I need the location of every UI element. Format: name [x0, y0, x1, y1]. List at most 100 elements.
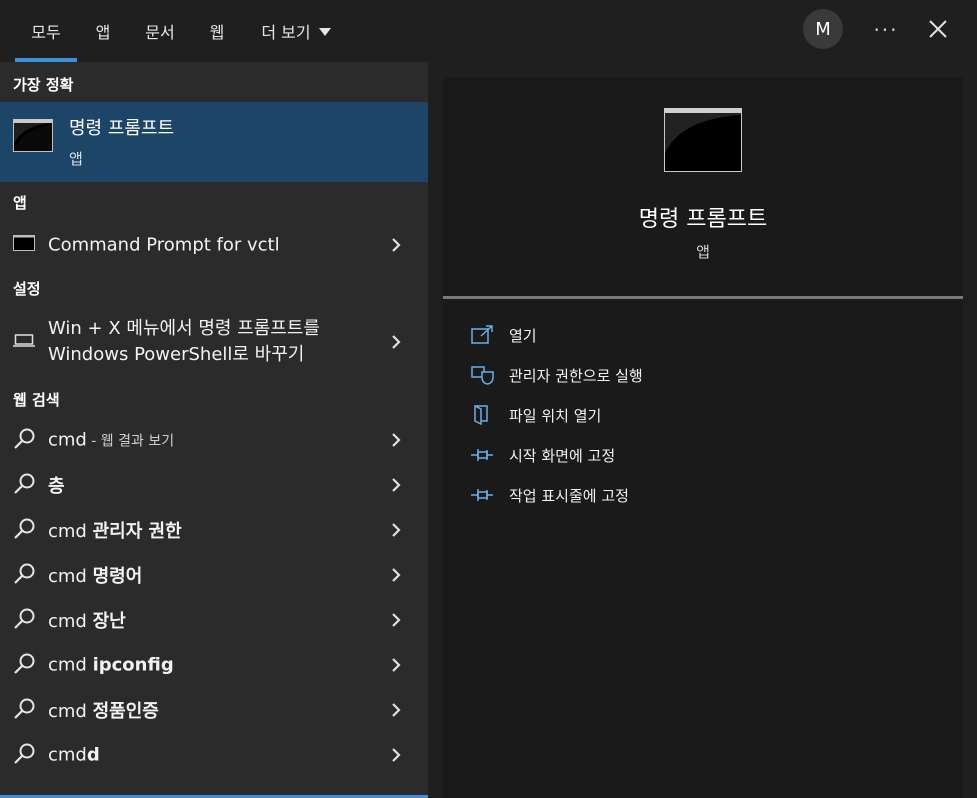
- web-suggestion-bold: 명령어: [92, 566, 143, 587]
- chevron-right-icon: [392, 613, 401, 627]
- chevron-right-icon: [392, 703, 401, 717]
- web-result-suffix: - 웹 결과 보기: [86, 433, 175, 450]
- apps-header: 앱: [13, 194, 27, 212]
- web-suggestion-item[interactable]: cmd 명령어: [0, 555, 428, 595]
- tab-web-label: 웹: [209, 23, 225, 42]
- web-suggestion-label: cmdd: [48, 745, 100, 766]
- terminal-icon: [13, 235, 35, 255]
- command-prompt-icon: [13, 119, 53, 152]
- preview-pane: 명령 프롬프트 앱 열기 관리자 권한으로 실행 파일 위치 열기 시작 화면에…: [443, 77, 963, 798]
- action-run-as-admin[interactable]: 관리자 권한으로 실행: [471, 361, 931, 389]
- web-suggestion-label: 층: [48, 472, 65, 498]
- best-match-title: 명령 프롬프트: [69, 118, 175, 139]
- pin-icon: [471, 489, 493, 501]
- web-suggestion-bold: 관리자 권한: [92, 521, 182, 542]
- chevron-right-icon: [392, 238, 401, 252]
- tab-all[interactable]: 모두: [15, 0, 77, 62]
- open-icon: [471, 325, 493, 344]
- action-open[interactable]: 열기: [471, 321, 931, 349]
- pin-icon: [471, 449, 493, 461]
- tab-documents-label: 문서: [145, 23, 175, 42]
- web-result-item[interactable]: cmd - 웹 결과 보기: [0, 420, 428, 460]
- shield-icon: [471, 366, 494, 385]
- divider: [443, 296, 963, 299]
- web-suggestion-normal: cmd: [48, 611, 93, 632]
- app-result-label: Command Prompt for vctl: [48, 234, 280, 256]
- settings-result-label: Win + X 메뉴에서 명령 프롬프트를 Windows PowerShell…: [48, 316, 320, 368]
- action-pin-to-taskbar[interactable]: 작업 표시줄에 고정: [471, 481, 931, 509]
- settings-result-item[interactable]: Win + X 메뉴에서 명령 프롬프트를 Windows PowerShell…: [0, 312, 428, 372]
- ellipsis-icon: ···: [873, 18, 899, 42]
- search-icon: [13, 426, 37, 454]
- preview-subtitle: 앱: [696, 243, 710, 261]
- action-pin-to-start[interactable]: 시작 화면에 고정: [471, 441, 931, 469]
- action-open-file-location-label: 파일 위치 열기: [509, 407, 602, 425]
- web-suggestion-bold: 장난: [92, 611, 126, 632]
- command-prompt-large-icon: [664, 108, 742, 172]
- search-icon: [13, 606, 37, 634]
- chevron-right-icon: [392, 523, 401, 537]
- web-suggestion-bold: d: [86, 744, 100, 766]
- search-icon: [13, 561, 37, 589]
- web-result-query: cmd: [48, 429, 87, 451]
- tab-web[interactable]: 웹: [198, 0, 236, 62]
- chevron-right-icon: [392, 335, 401, 349]
- chevron-down-icon: [318, 28, 331, 36]
- action-run-as-admin-label: 관리자 권한으로 실행: [509, 367, 643, 385]
- results-pane: 가장 정확 명령 프롬프트 앱 앱 Command Prompt for vct…: [0, 62, 428, 798]
- chevron-right-icon: [392, 658, 401, 672]
- web-suggestion-bold: 정품인증: [92, 701, 159, 722]
- web-suggestion-label: cmd 관리자 권한: [48, 517, 182, 543]
- tab-more[interactable]: 더 보기: [252, 0, 340, 62]
- search-icon: [13, 471, 37, 499]
- best-match-header: 가장 정확: [13, 76, 74, 94]
- web-suggestion-normal: cmd: [48, 521, 93, 542]
- file-location-icon: [474, 405, 488, 425]
- chevron-right-icon: [392, 748, 401, 762]
- chevron-right-icon: [392, 478, 401, 492]
- web-suggestion-item[interactable]: cmd 관리자 권한: [0, 510, 428, 550]
- web-suggestion-item[interactable]: cmd 장난: [0, 600, 428, 640]
- tab-apps[interactable]: 앱: [84, 0, 122, 62]
- web-suggestion-normal: cmd: [48, 701, 93, 722]
- action-open-file-location[interactable]: 파일 위치 열기: [471, 401, 931, 429]
- web-suggestion-label: cmd 정품인증: [48, 697, 159, 723]
- web-suggestion-item[interactable]: cmdd: [0, 735, 428, 775]
- close-button[interactable]: [920, 12, 956, 48]
- avatar-initial: M: [815, 18, 831, 40]
- action-pin-to-start-label: 시작 화면에 고정: [509, 447, 616, 465]
- web-suggestion-label: cmd 명령어: [48, 562, 142, 588]
- web-suggestion-bold: 층: [48, 476, 65, 497]
- web-suggestion-label: cmd ipconfig: [48, 655, 174, 676]
- tab-all-label: 모두: [31, 23, 61, 42]
- web-suggestion-item[interactable]: cmd ipconfig: [0, 645, 428, 685]
- search-icon: [13, 651, 37, 679]
- best-match-subtitle: 앱: [69, 150, 83, 168]
- tab-documents[interactable]: 문서: [135, 0, 185, 62]
- best-match-item[interactable]: 명령 프롬프트 앱: [0, 102, 428, 182]
- web-suggestion-item[interactable]: 층: [0, 465, 428, 505]
- search-icon: [13, 741, 37, 769]
- web-suggestion-normal: cmd: [48, 744, 87, 766]
- settings-header: 설정: [13, 280, 41, 298]
- tab-apps-label: 앱: [95, 23, 111, 42]
- more-options-button[interactable]: ···: [866, 12, 906, 48]
- web-suggestion-normal: cmd: [48, 654, 93, 676]
- settings-result-line2: Windows PowerShell로 바꾸기: [48, 344, 305, 365]
- web-suggestion-bold: ipconfig: [92, 654, 174, 676]
- close-icon: [929, 20, 947, 38]
- web-search-header: 웹 검색: [13, 391, 60, 409]
- chevron-right-icon: [392, 568, 401, 582]
- web-result-label: cmd - 웹 결과 보기: [48, 430, 174, 451]
- web-suggestion-item[interactable]: cmd 정품인증: [0, 690, 428, 730]
- search-icon: [13, 516, 37, 544]
- avatar[interactable]: M: [803, 9, 843, 49]
- web-suggestion-normal: cmd: [48, 566, 93, 587]
- search-icon: [13, 696, 37, 724]
- top-bar: 모두 앱 문서 웹 더 보기 M ···: [0, 0, 977, 62]
- web-suggestion-label: cmd 장난: [48, 607, 126, 633]
- action-pin-to-taskbar-label: 작업 표시줄에 고정: [509, 487, 629, 505]
- settings-result-line1: Win + X 메뉴에서 명령 프롬프트를: [48, 318, 320, 339]
- preview-title: 명령 프롬프트: [638, 207, 768, 232]
- app-result-item[interactable]: Command Prompt for vctl: [0, 225, 428, 265]
